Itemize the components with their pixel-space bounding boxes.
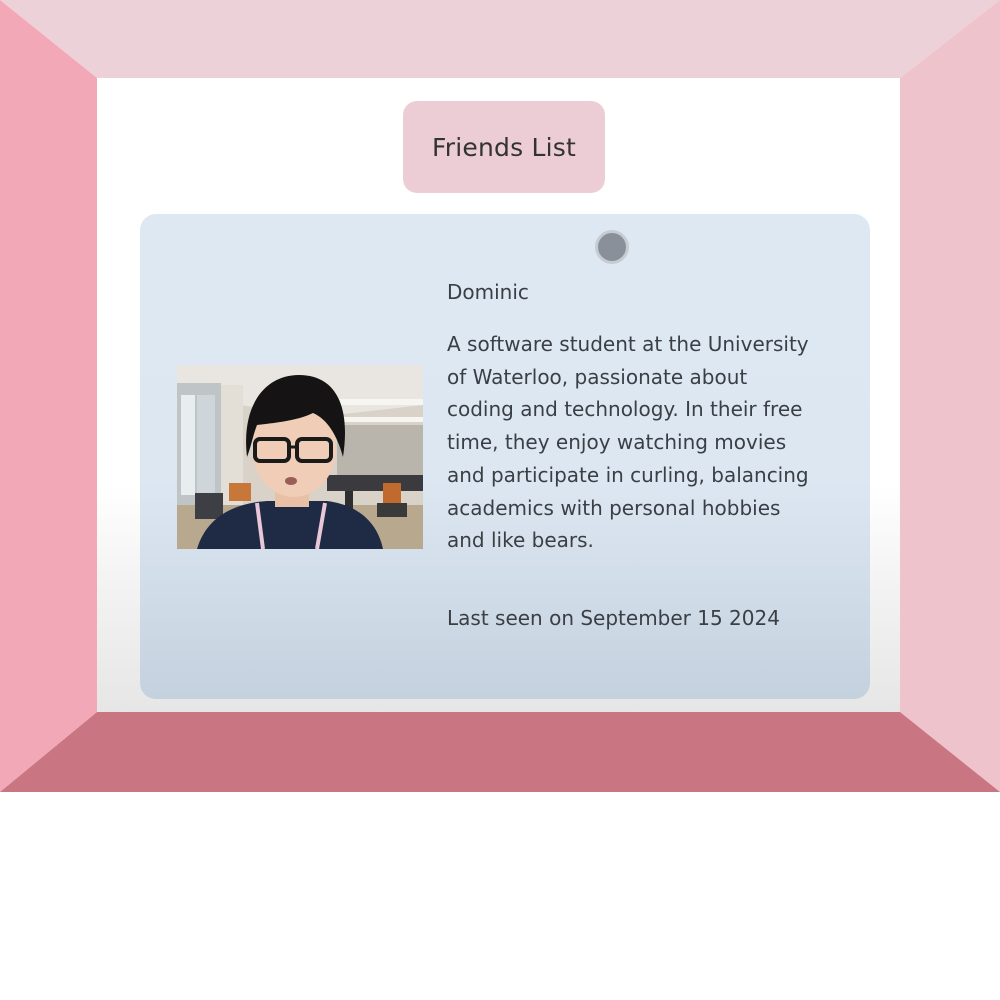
app-screen: Friends List Dominic A software student … bbox=[97, 78, 900, 712]
friend-card[interactable]: Dominic A software student at the Univer… bbox=[140, 214, 870, 699]
frame-top-bevel bbox=[0, 0, 1000, 78]
friend-photo bbox=[177, 365, 423, 549]
page-title-text: Friends List bbox=[432, 132, 576, 162]
page-title: Friends List bbox=[403, 101, 605, 193]
friend-last-seen: Last seen on September 15 2024 bbox=[447, 606, 780, 630]
pin-icon bbox=[595, 230, 629, 264]
friend-name: Dominic bbox=[447, 280, 529, 304]
frame-bottom-bevel bbox=[0, 712, 1000, 792]
friend-photo-image bbox=[177, 365, 423, 549]
page: Friends List Dominic A software student … bbox=[0, 0, 1000, 1000]
frame-right-bevel bbox=[900, 0, 1000, 792]
friend-bio: A software student at the University of … bbox=[447, 332, 809, 553]
frame-left-bevel bbox=[0, 0, 97, 792]
